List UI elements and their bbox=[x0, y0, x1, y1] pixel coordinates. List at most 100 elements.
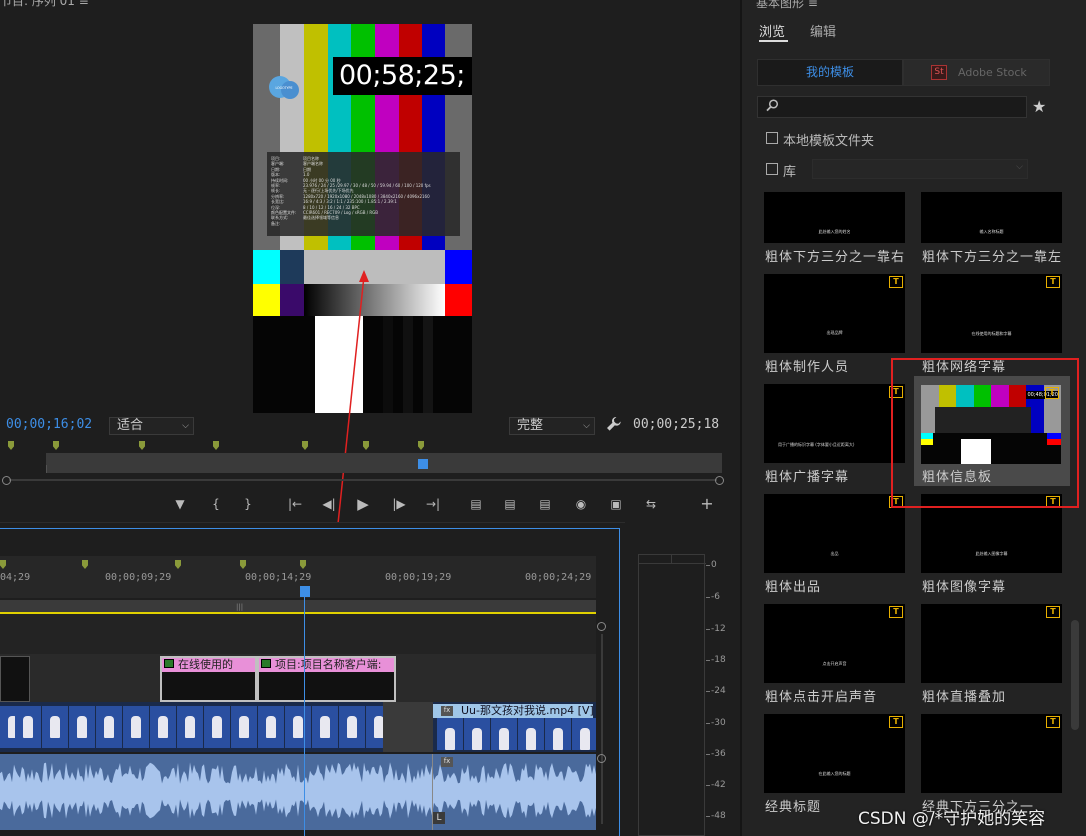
gfx-clip-info[interactable]: 项目:项目名称客户端: bbox=[257, 656, 396, 702]
marker[interactable] bbox=[139, 441, 145, 450]
template-thumb-text: 在此输入您的标题 bbox=[818, 770, 851, 776]
gfx-clip-partial[interactable] bbox=[0, 656, 30, 702]
template-thumbnail[interactable]: 用于广播的标识字幕 (字体要小且近距离大) T bbox=[764, 384, 905, 463]
channel-label: L bbox=[433, 812, 445, 824]
monitor-playhead[interactable] bbox=[418, 459, 428, 469]
db-label: -6 bbox=[711, 592, 720, 602]
template-thumbnail[interactable]: 在此输入您的标题 T bbox=[764, 714, 905, 793]
scroll-handle-bottom[interactable] bbox=[597, 754, 606, 763]
template-thumb-text: 出品 bbox=[830, 550, 839, 556]
proxy-toggle-icon[interactable]: ⇆ bbox=[640, 492, 662, 516]
template-label[interactable]: 粗体制作人员 bbox=[765, 356, 849, 375]
local-folder-checkbox[interactable] bbox=[766, 132, 778, 144]
step-back-icon[interactable]: ◀| bbox=[318, 492, 340, 516]
db-tick bbox=[706, 629, 710, 630]
annotation-highlight-box bbox=[891, 358, 1079, 508]
monitor-scrubber-track[interactable] bbox=[46, 453, 722, 473]
template-label[interactable]: 经典标题 bbox=[765, 796, 821, 815]
export-frame-icon[interactable]: ◉ bbox=[570, 492, 592, 516]
go-to-in-icon[interactable]: |← bbox=[284, 492, 306, 516]
template-search-input[interactable] bbox=[757, 96, 1027, 118]
favorites-star-icon[interactable]: ★ bbox=[1032, 97, 1046, 116]
search-icon bbox=[766, 99, 779, 116]
compare-icon[interactable]: ▤ bbox=[534, 492, 556, 516]
go-to-out-icon[interactable]: →| bbox=[422, 492, 444, 516]
timeline-v-scroll[interactable] bbox=[596, 614, 608, 836]
extract-icon[interactable]: ▤ bbox=[499, 492, 521, 516]
template-label[interactable]: 粗体点击开启声音 bbox=[765, 686, 877, 705]
marker[interactable] bbox=[175, 560, 181, 569]
template-label[interactable]: 粗体出品 bbox=[765, 576, 821, 595]
template-thumbnail[interactable]: 出品 T bbox=[764, 494, 905, 573]
mark-in-icon[interactable]: { bbox=[205, 492, 227, 516]
v1-clip-label[interactable]: Uu-那文孩对我说.mp4 [V] bbox=[433, 704, 593, 718]
play-icon[interactable]: ▶ bbox=[352, 492, 374, 516]
gfx-clip-online[interactable]: 在线使用的 bbox=[160, 656, 257, 702]
current-timecode[interactable]: 00;00;16;02 bbox=[6, 417, 92, 432]
template-thumb-text: 此处输入图像字幕 bbox=[975, 550, 1008, 556]
wrench-icon[interactable] bbox=[606, 416, 622, 436]
step-forward-icon[interactable]: |▶ bbox=[388, 492, 410, 516]
button-editor-icon[interactable]: + bbox=[696, 492, 718, 516]
marker[interactable] bbox=[8, 441, 14, 450]
marker[interactable] bbox=[0, 560, 6, 569]
work-area-bar[interactable]: ||| bbox=[0, 600, 596, 612]
db-label: -24 bbox=[711, 686, 726, 696]
library-select[interactable]: ⌵ bbox=[812, 159, 1028, 179]
template-type-badge-icon: T bbox=[1046, 716, 1060, 728]
track-v3[interactable] bbox=[0, 614, 596, 654]
db-label: -42 bbox=[711, 780, 726, 790]
monitor-zoom-scrollbar[interactable] bbox=[2, 476, 724, 485]
add-marker-icon[interactable]: ▼ bbox=[169, 492, 191, 516]
chevron-down-icon: ⌵ bbox=[583, 421, 590, 431]
library-checkbox[interactable] bbox=[766, 163, 778, 175]
fx-badge: fx bbox=[441, 706, 453, 716]
panel-title[interactable]: 基本图形 ≡ bbox=[756, 0, 818, 11]
template-thumbnail[interactable]: 输入名称标题 bbox=[921, 192, 1062, 243]
template-thumbnail[interactable]: T bbox=[921, 604, 1062, 683]
template-label[interactable]: 粗体广播字幕 bbox=[765, 466, 849, 485]
marker[interactable] bbox=[302, 441, 308, 450]
tab-active-indicator bbox=[759, 40, 788, 42]
zoom-fit-select[interactable]: 适合 ⌵ bbox=[109, 417, 194, 435]
db-label: -48 bbox=[711, 811, 726, 821]
marker[interactable] bbox=[418, 441, 424, 450]
template-label[interactable]: 粗体下方三分之一靠右 bbox=[765, 246, 905, 265]
db-tick bbox=[706, 816, 710, 817]
watermark: CSDN @/*守护她的笑容 bbox=[858, 809, 1046, 829]
video-thumbnail bbox=[437, 718, 463, 750]
marker[interactable] bbox=[300, 560, 306, 569]
template-thumbnail[interactable]: 此处输入您的姓名 bbox=[764, 192, 905, 243]
adobe-stock-tab[interactable]: Adobe Stock bbox=[903, 59, 1050, 86]
timeline-playhead[interactable] bbox=[300, 586, 310, 597]
db-tick bbox=[706, 597, 710, 598]
template-thumbnail[interactable]: 在线使用的标题和字幕 T bbox=[921, 274, 1062, 353]
playback-resolution-select[interactable]: 完整 ⌵ bbox=[509, 417, 595, 435]
scroll-handle-top[interactable] bbox=[597, 622, 606, 631]
template-label[interactable]: 粗体图像字幕 bbox=[922, 576, 1006, 595]
template-thumbnail[interactable]: T bbox=[921, 714, 1062, 793]
marker[interactable] bbox=[213, 441, 219, 450]
marker[interactable] bbox=[240, 560, 246, 569]
tab-edit[interactable]: 编辑 bbox=[810, 21, 836, 40]
template-label[interactable]: 粗体直播叠加 bbox=[922, 686, 1006, 705]
my-templates-tab[interactable]: 我的模板 bbox=[757, 59, 903, 86]
template-thumbnail[interactable]: 出现品牌 T bbox=[764, 274, 905, 353]
marker[interactable] bbox=[53, 441, 59, 450]
scroll-handle-left[interactable] bbox=[2, 476, 11, 485]
video-thumbnail bbox=[545, 718, 571, 750]
db-tick bbox=[706, 785, 710, 786]
scroll-handle-right[interactable] bbox=[715, 476, 724, 485]
lift-icon[interactable]: ▤ bbox=[465, 492, 487, 516]
duration-timecode: 00;00;25;18 bbox=[633, 417, 720, 432]
mark-out-icon[interactable]: } bbox=[237, 492, 259, 516]
tab-browse[interactable]: 浏览 bbox=[759, 21, 785, 40]
marker[interactable] bbox=[82, 560, 88, 569]
template-label[interactable]: 粗体下方三分之一靠左 bbox=[922, 246, 1062, 265]
track-a1-waveform[interactable] bbox=[0, 754, 596, 830]
comparison-view-icon[interactable]: ▣ bbox=[605, 492, 627, 516]
template-thumbnail[interactable]: 点击开启声音 T bbox=[764, 604, 905, 683]
video-thumbnail bbox=[312, 706, 338, 748]
marker[interactable] bbox=[363, 441, 369, 450]
panel-scrollbar[interactable] bbox=[1071, 620, 1079, 730]
